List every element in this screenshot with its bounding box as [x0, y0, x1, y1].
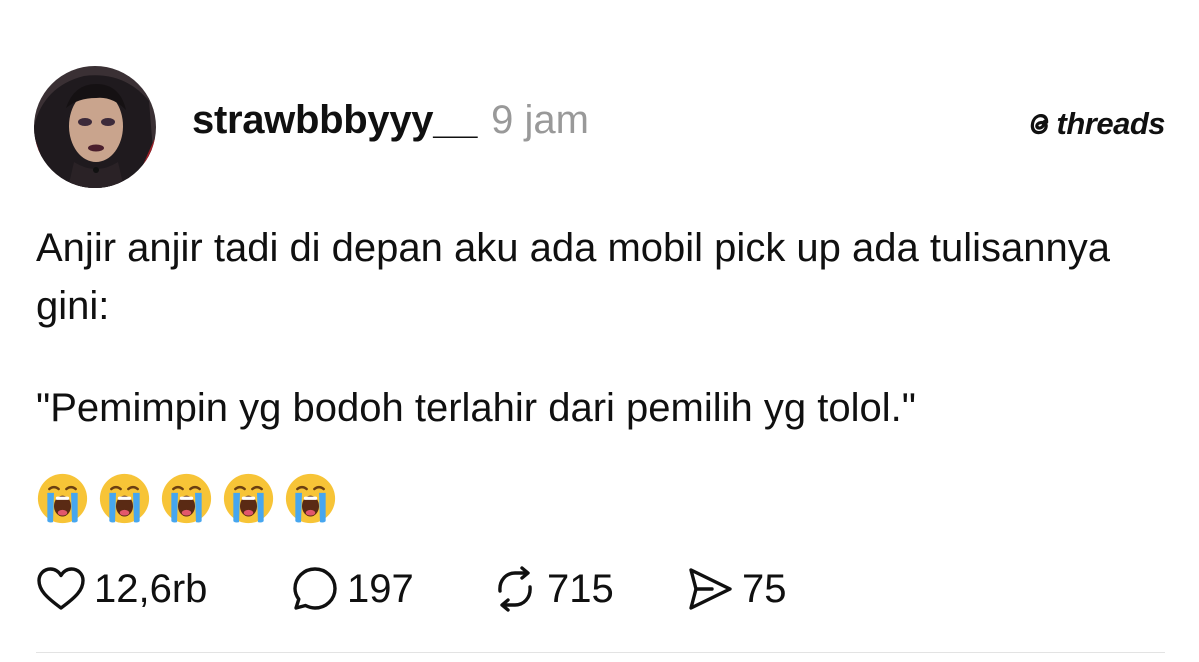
comment-bubble-icon [293, 567, 337, 610]
emoji-row [36, 472, 337, 525]
repost-button[interactable]: 715 [491, 565, 686, 613]
share-button[interactable]: 75 [686, 566, 826, 612]
post-text-paragraph-2: "Pemimpin yg bodoh terlahir dari pemilih… [36, 386, 916, 430]
loudly-crying-face-icon [285, 473, 336, 524]
avatar-photo [34, 66, 156, 188]
like-button[interactable]: 12,6rb [36, 566, 291, 612]
post-text-paragraph-1: Anjir anjir tadi di depan aku ada mobil … [36, 226, 1111, 328]
like-count: 12,6rb [94, 566, 208, 611]
threads-brand: threads [1026, 106, 1166, 142]
threads-logo-icon [1030, 113, 1048, 135]
divider [36, 652, 1165, 653]
share-count: 75 [742, 566, 787, 611]
loudly-crying-face-icon [37, 473, 88, 524]
post-timestamp: 9 jam [491, 98, 589, 142]
threads-wordmark: threads [1056, 106, 1166, 141]
repost-count: 715 [547, 566, 614, 611]
loudly-crying-face-icon [161, 473, 212, 524]
action-bar: 12,6rb 197 715 75 [36, 561, 826, 617]
send-icon [689, 568, 732, 610]
repost-arrows-icon [498, 566, 532, 612]
reply-count: 197 [347, 566, 414, 611]
avatar[interactable] [34, 66, 156, 188]
loudly-crying-face-icon [223, 473, 274, 524]
reply-button[interactable]: 197 [291, 565, 491, 613]
username-link[interactable]: strawbbbyyy__ [192, 98, 477, 143]
heart-icon [37, 567, 85, 610]
loudly-crying-face-icon [99, 473, 150, 524]
post-header: strawbbbyyy__ 9 jam [192, 98, 589, 154]
